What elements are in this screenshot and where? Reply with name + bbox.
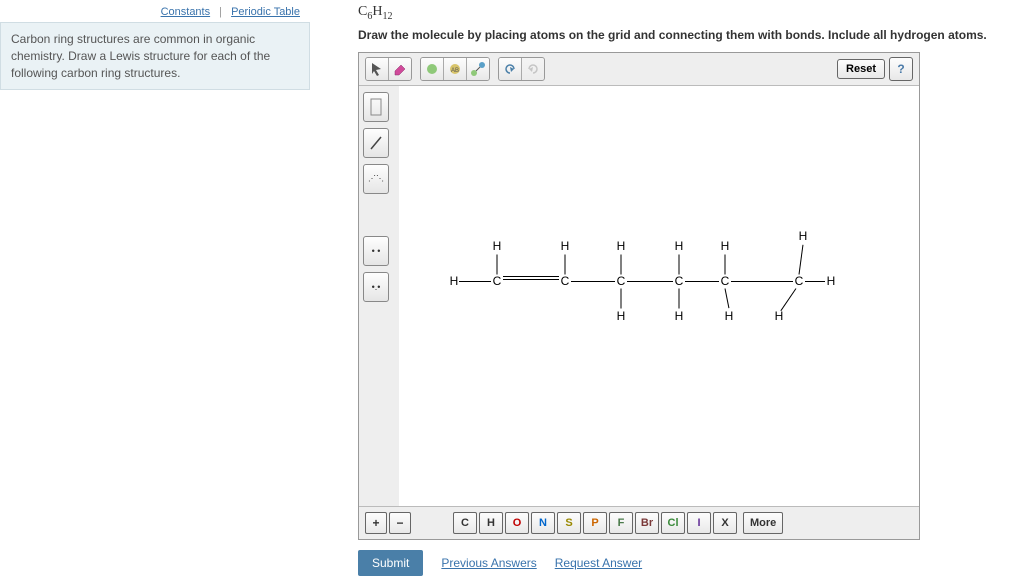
bond[interactable] [679,288,680,308]
element-button-i[interactable]: I [687,512,711,534]
bond[interactable] [565,254,566,274]
element-button-h[interactable]: H [479,512,503,534]
reset-button[interactable]: Reset [837,59,885,79]
atom-h[interactable]: H [493,239,502,253]
constants-link[interactable]: Constants [161,6,211,18]
molecular-formula: C6H12 [358,4,1016,22]
bond[interactable] [621,288,622,308]
bottom-toolbar: + − CHONSPFBrClIX More [359,506,919,539]
side-toolbar: ⋰⋱ • • •.• [359,86,399,506]
atom-h[interactable]: H [775,309,784,323]
intro-text: Carbon ring structures are common in org… [0,22,310,90]
bond[interactable] [805,281,825,282]
atom-h[interactable]: H [827,274,836,288]
atom-h[interactable]: H [725,309,734,323]
dots-tool-2[interactable]: •.• [363,272,389,302]
bond[interactable] [799,244,804,274]
charge-plus-button[interactable]: + [365,512,387,534]
bond[interactable] [571,281,615,282]
instruction-text: Draw the molecule by placing atoms on th… [358,28,1016,42]
element-button-n[interactable]: N [531,512,555,534]
bond[interactable] [503,276,559,277]
bond[interactable] [725,254,726,274]
atom-c[interactable]: C [675,274,684,288]
bond[interactable] [627,281,673,282]
element-button-cl[interactable]: Cl [661,512,685,534]
element-button-s[interactable]: S [557,512,581,534]
atom-h[interactable]: H [617,239,626,253]
atom-h[interactable]: H [799,229,808,243]
molecule-editor: AB Reset ? [358,52,920,540]
element-button-c[interactable]: C [453,512,477,534]
atom-c[interactable]: C [795,274,804,288]
tag-tool-icon[interactable]: AB [444,58,467,80]
drawing-canvas[interactable]: H C H C H C H H C H H C H H C H H H [399,86,919,506]
atom-c[interactable]: C [561,274,570,288]
atom-tool-icon[interactable] [421,58,444,80]
bond-line-tool[interactable] [363,128,389,158]
atom-c[interactable]: C [493,274,502,288]
previous-answers-link[interactable]: Previous Answers [441,556,536,570]
element-button-p[interactable]: P [583,512,607,534]
atom-h[interactable]: H [450,274,459,288]
atom-h[interactable]: H [561,239,570,253]
bond[interactable] [781,288,797,311]
atom-h[interactable]: H [617,309,626,323]
atom-c[interactable]: C [617,274,626,288]
dots-tool-1[interactable]: • • [363,236,389,266]
atom-h[interactable]: H [675,309,684,323]
element-button-f[interactable]: F [609,512,633,534]
request-answer-link[interactable]: Request Answer [555,556,642,570]
periodic-table-link[interactable]: Periodic Table [231,6,300,18]
more-elements-button[interactable]: More [743,512,783,534]
undo-icon[interactable] [499,58,522,80]
bond[interactable] [621,254,622,274]
element-button-br[interactable]: Br [635,512,659,534]
bond[interactable] [725,288,730,308]
action-bar: Submit Previous Answers Request Answer [358,550,1016,576]
lone-pair-tool[interactable]: ⋰⋱ [363,164,389,194]
top-toolbar: AB Reset ? [359,53,919,86]
submit-button[interactable]: Submit [358,550,423,576]
atom-h[interactable]: H [675,239,684,253]
atom-h[interactable]: H [721,239,730,253]
redo-icon[interactable] [522,58,544,80]
bond[interactable] [679,254,680,274]
bond-tool-icon[interactable] [467,58,489,80]
select-tool-icon[interactable] [366,58,389,80]
element-button-x[interactable]: X [713,512,737,534]
bond[interactable] [685,281,719,282]
charge-minus-button[interactable]: − [389,512,411,534]
erase-tool-icon[interactable] [389,58,411,80]
reference-links: Constants | Periodic Table [0,0,310,22]
element-button-o[interactable]: O [505,512,529,534]
svg-text:AB: AB [451,68,459,74]
region-tool[interactable] [363,92,389,122]
bond[interactable] [497,254,498,274]
atom-c[interactable]: C [721,274,730,288]
bond[interactable] [459,281,491,282]
bond[interactable] [503,279,559,280]
bond[interactable] [731,281,793,282]
help-button[interactable]: ? [889,57,913,81]
